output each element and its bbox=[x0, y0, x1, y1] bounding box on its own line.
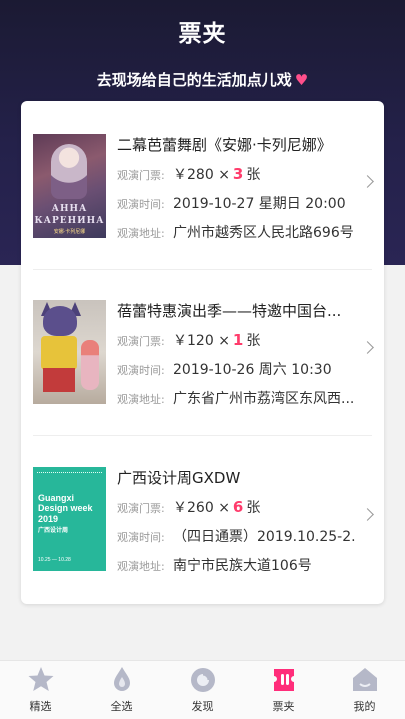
ticket-time: （四日通票）2019.10.25-2... bbox=[173, 529, 357, 545]
ticket-quantity: 1 bbox=[232, 331, 244, 349]
chevron-right-icon[interactable] bbox=[361, 508, 374, 521]
ticket-icon bbox=[274, 669, 294, 691]
ticket-address: 南宁市民族大道106号 bbox=[173, 558, 312, 574]
ticket-time-row: 观演时间: （四日通票）2019.10.25-2... bbox=[117, 526, 357, 546]
chevron-right-icon[interactable] bbox=[361, 341, 374, 354]
ticket-title: 二幕芭蕾舞剧《安娜·卡列尼娜》 bbox=[117, 136, 332, 154]
address-label: 观演地址: bbox=[117, 560, 165, 573]
ticket-price: ￥120 bbox=[173, 333, 214, 349]
star-icon bbox=[28, 667, 54, 691]
tab-all[interactable]: 全选 bbox=[81, 661, 162, 719]
ticket-list-card: АННА КАРЕНИНА 安娜·卡列尼娜 二幕芭蕾舞剧《安娜·卡列尼娜》 观演… bbox=[21, 101, 384, 604]
tab-label: 我的 bbox=[353, 700, 376, 713]
poster-shape bbox=[81, 340, 99, 390]
poster-shape bbox=[43, 368, 75, 392]
ticket-time-row: 观演时间: 2019-10-27 星期日 20:00 bbox=[117, 193, 357, 213]
ticket-quantity: 3 bbox=[232, 165, 244, 183]
tab-label: 票夹 bbox=[272, 700, 295, 713]
tab-discover[interactable]: 发现 bbox=[162, 661, 243, 719]
ticket-item[interactable]: Guangxi Design week 2019 广西设计周 10.25 — 1… bbox=[21, 452, 384, 602]
divider bbox=[33, 269, 372, 270]
home-icon bbox=[353, 668, 377, 691]
quantity-unit: 张 bbox=[246, 167, 261, 183]
price-label: 观演门票: bbox=[117, 502, 165, 515]
tab-label: 全选 bbox=[110, 700, 133, 713]
discover-icon bbox=[191, 668, 215, 692]
times-sign: × bbox=[218, 333, 230, 349]
ticket-title: 广西设计周GXDW bbox=[117, 469, 241, 487]
ticket-poster: АННА КАРЕНИНА 安娜·卡列尼娜 bbox=[33, 134, 106, 238]
tab-featured[interactable]: 精选 bbox=[0, 661, 81, 719]
price-label: 观演门票: bbox=[117, 169, 165, 182]
time-label: 观演时间: bbox=[117, 364, 165, 377]
page-title: 票夹 bbox=[178, 21, 227, 47]
tab-label: 发现 bbox=[191, 700, 214, 713]
poster-text: Guangxi bbox=[38, 493, 75, 503]
ticket-address-row: 观演地址: 南宁市民族大道106号 bbox=[117, 555, 357, 575]
ticket-address: 广东省广州市荔湾区东风西... bbox=[173, 391, 355, 407]
tab-label: 精选 bbox=[29, 700, 52, 713]
subtitle-text: 去现场给自己的生活加点儿戏 bbox=[96, 71, 292, 89]
ticket-item[interactable]: АННА КАРЕНИНА 安娜·卡列尼娜 二幕芭蕾舞剧《安娜·卡列尼娜》 观演… bbox=[21, 119, 384, 269]
drop-icon bbox=[114, 667, 130, 691]
address-label: 观演地址: bbox=[117, 227, 165, 240]
quantity-unit: 张 bbox=[246, 333, 261, 349]
times-sign: × bbox=[218, 167, 230, 183]
poster-text: АННА bbox=[51, 204, 88, 214]
price-label: 观演门票: bbox=[117, 335, 165, 348]
ticket-poster: Guangxi Design week 2019 广西设计周 10.25 — 1… bbox=[33, 467, 106, 571]
poster-text: 广西设计周 bbox=[38, 528, 69, 534]
heart-icon: ♥ bbox=[294, 71, 309, 89]
poster-text: 10.25 — 10.28 bbox=[38, 557, 71, 563]
address-label: 观演地址: bbox=[117, 393, 165, 406]
ticket-time: 2019-10-27 星期日 20:00 bbox=[173, 196, 346, 212]
ticket-poster bbox=[33, 300, 106, 404]
poster-text: 安娜·卡列尼娜 bbox=[53, 229, 86, 235]
ticket-price: ￥280 bbox=[173, 167, 214, 183]
poster-text: 2019 bbox=[38, 514, 59, 524]
page-subtitle: 去现场给自己的生活加点儿戏 ♥ bbox=[0, 69, 405, 90]
ticket-time: 2019-10-26 周六 10:30 bbox=[173, 362, 332, 378]
poster-text: КАРЕНИНА bbox=[34, 216, 105, 226]
poster-shape bbox=[41, 336, 77, 370]
tab-mine[interactable]: 我的 bbox=[324, 661, 405, 719]
ticket-price-row: 观演门票: ￥260 × 6 张 bbox=[117, 497, 357, 517]
quantity-unit: 张 bbox=[246, 500, 261, 516]
time-label: 观演时间: bbox=[117, 198, 165, 211]
bottom-tab-bar: 精选 全选 发现 票夹 我的 bbox=[0, 660, 405, 719]
ticket-item[interactable]: 蓓蕾特惠演出季——特邀中国台... 观演门票: ￥120 × 1 张 观演时间: 201… bbox=[21, 285, 384, 435]
tab-tickets[interactable]: 票夹 bbox=[243, 661, 324, 719]
poster-figure bbox=[51, 144, 87, 199]
poster-text: Design week bbox=[38, 503, 93, 513]
ticket-title: 蓓蕾特惠演出季——特邀中国台... bbox=[117, 302, 342, 320]
ticket-price-row: 观演门票: ￥120 × 1 张 bbox=[117, 330, 357, 350]
ticket-address: 广州市越秀区人民北路696号 bbox=[173, 225, 354, 241]
times-sign: × bbox=[218, 500, 230, 516]
ticket-address-row: 观演地址: 广东省广州市荔湾区东风西... bbox=[117, 388, 357, 408]
poster-shape bbox=[43, 306, 77, 336]
time-label: 观演时间: bbox=[117, 531, 165, 544]
ticket-price-row: 观演门票: ￥280 × 3 张 bbox=[117, 164, 357, 184]
ticket-quantity: 6 bbox=[232, 498, 244, 516]
ticket-price: ￥260 bbox=[173, 500, 214, 516]
chevron-right-icon[interactable] bbox=[361, 175, 374, 188]
divider bbox=[33, 435, 372, 436]
ticket-address-row: 观演地址: 广州市越秀区人民北路696号 bbox=[117, 222, 357, 242]
poster-shape bbox=[37, 472, 102, 476]
ticket-time-row: 观演时间: 2019-10-26 周六 10:30 bbox=[117, 359, 357, 379]
